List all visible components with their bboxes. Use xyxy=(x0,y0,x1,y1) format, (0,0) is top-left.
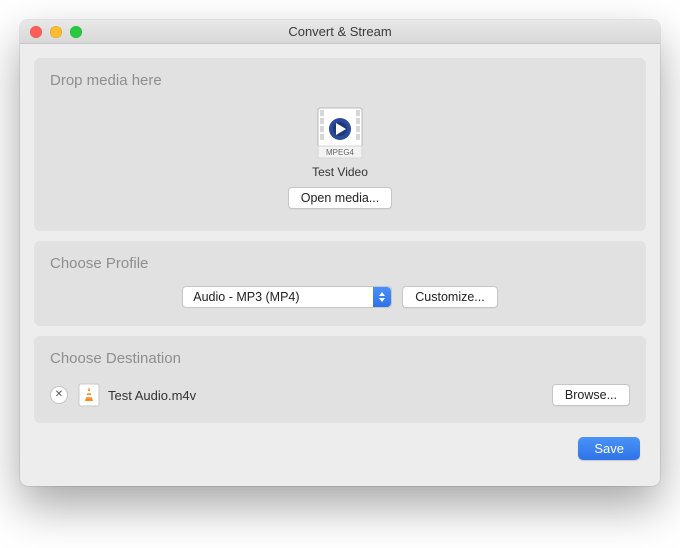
titlebar: Convert & Stream xyxy=(20,20,660,44)
choose-destination-panel: Choose Destination ✕ Test Audio.m4v Brow… xyxy=(34,336,646,423)
destination-file: Test Audio.m4v xyxy=(78,383,542,407)
open-media-button[interactable]: Open media... xyxy=(288,187,393,209)
clear-destination-button[interactable]: ✕ xyxy=(50,386,68,404)
destination-row: ✕ Test Audio.m4v Browse... xyxy=(50,377,630,407)
vlc-file-icon xyxy=(78,383,100,407)
media-file-name: Test Video xyxy=(312,165,368,179)
destination-file-name: Test Audio.m4v xyxy=(108,388,196,403)
choose-profile-heading: Choose Profile xyxy=(50,255,630,272)
profile-select-wrap: Audio - MP3 (MP4) xyxy=(182,286,392,308)
close-icon[interactable] xyxy=(30,26,42,38)
minimize-icon[interactable] xyxy=(50,26,62,38)
traffic-lights xyxy=(20,26,82,38)
drop-media-panel: Drop media here MPEG4 xyxy=(34,58,646,231)
window-title: Convert & Stream xyxy=(20,24,660,39)
save-button[interactable]: Save xyxy=(578,437,640,460)
choose-profile-panel: Choose Profile Audio - MP3 (MP4) Customi… xyxy=(34,241,646,326)
drop-target[interactable]: MPEG4 Test Video Open media... xyxy=(50,99,630,215)
convert-stream-window: Convert & Stream Drop media here xyxy=(20,20,660,486)
drop-media-heading: Drop media here xyxy=(50,72,630,89)
x-icon: ✕ xyxy=(55,390,63,400)
profile-select[interactable]: Audio - MP3 (MP4) xyxy=(182,286,392,308)
file-badge-text: MPEG4 xyxy=(326,148,355,157)
footer: Save xyxy=(34,433,646,472)
profile-controls: Audio - MP3 (MP4) Customize... xyxy=(50,282,630,310)
customize-button[interactable]: Customize... xyxy=(402,286,497,308)
choose-destination-heading: Choose Destination xyxy=(50,350,630,367)
zoom-icon[interactable] xyxy=(70,26,82,38)
content-area: Drop media here MPEG4 xyxy=(20,44,660,486)
media-file-thumb: MPEG4 Test Video xyxy=(312,107,368,179)
mpeg4-file-icon: MPEG4 xyxy=(316,107,364,159)
browse-button[interactable]: Browse... xyxy=(552,384,630,406)
